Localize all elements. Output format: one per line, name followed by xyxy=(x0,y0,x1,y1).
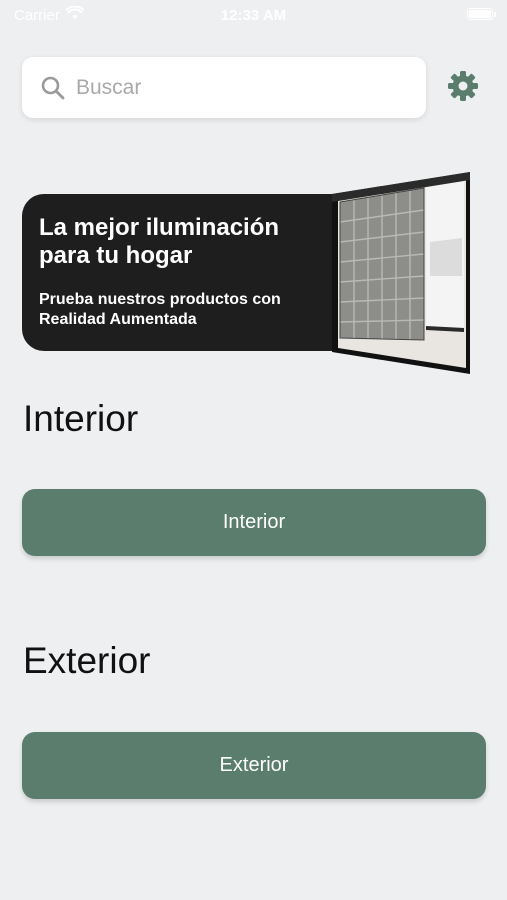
section-title-interior: Interior xyxy=(23,398,139,439)
wifi-icon xyxy=(65,5,85,24)
window-blind-image xyxy=(332,172,492,374)
settings-button[interactable] xyxy=(445,70,481,106)
status-time: 12:33 AM xyxy=(220,6,287,24)
search-bar[interactable] xyxy=(22,57,426,118)
search-icon xyxy=(40,75,66,101)
status-left: Carrier xyxy=(14,5,85,24)
banner-subtitle: Prueba nuestros productos con Realidad A… xyxy=(39,291,281,328)
battery-icon xyxy=(467,7,496,24)
exterior-button[interactable]: Exterior xyxy=(22,732,486,799)
promo-banner[interactable]: La mejor iluminación para tu hogar Prueb… xyxy=(22,172,470,374)
status-bar: Carrier 12:33 AM xyxy=(0,0,507,30)
interior-button[interactable]: Interior xyxy=(22,489,486,556)
banner-title: La mejor iluminación para tu hogar xyxy=(39,214,280,269)
gear-icon xyxy=(446,69,480,108)
section-title-exterior: Exterior xyxy=(23,640,151,681)
carrier-label: Carrier xyxy=(14,6,60,24)
search-input[interactable] xyxy=(76,75,376,100)
